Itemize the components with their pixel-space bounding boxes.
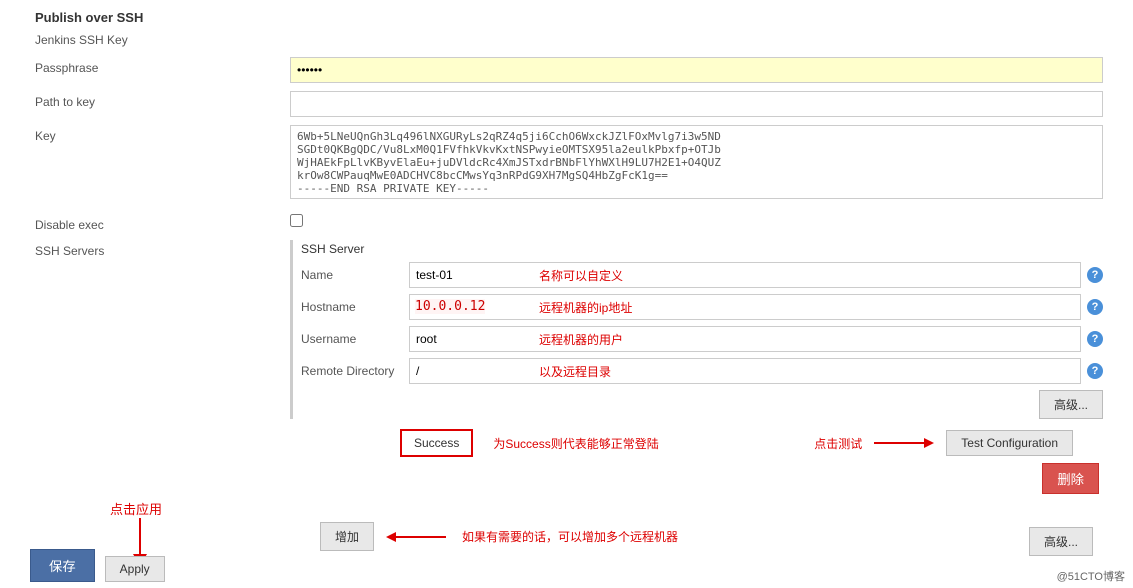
ssh-servers-label: SSH Servers [30,240,290,419]
success-note: 为Success则代表能够正常登陆 [493,435,658,452]
add-server-button[interactable]: 增加 [320,522,374,551]
help-icon[interactable]: ? [1087,363,1103,379]
delete-button[interactable]: 删除 [1042,463,1099,494]
server-name-input[interactable] [409,262,1081,288]
key-label: Key [30,125,290,143]
server-name-label: Name [301,268,409,282]
help-icon[interactable]: ? [1087,331,1103,347]
disable-exec-label: Disable exec [30,214,290,232]
save-button[interactable]: 保存 [30,549,95,582]
apply-note: 点击应用 [110,499,162,518]
test-configuration-button[interactable]: Test Configuration [946,430,1073,456]
path-to-key-label: Path to key [30,91,290,109]
advanced-button-2[interactable]: 高级... [1029,527,1093,556]
test-note: 点击测试 [814,435,862,452]
ssh-server-title: SSH Server [301,242,1103,256]
advanced-button[interactable]: 高级... [1039,390,1103,419]
watermark: @51CTO博客 [1057,568,1125,584]
server-username-input[interactable] [409,326,1081,352]
path-to-key-input[interactable] [290,91,1103,117]
server-remotedir-input[interactable] [409,358,1081,384]
help-icon[interactable]: ? [1087,267,1103,283]
apply-button[interactable]: Apply [105,556,165,582]
help-icon[interactable]: ? [1087,299,1103,315]
disable-exec-checkbox[interactable] [290,214,303,227]
server-hostname-input[interactable] [409,294,1081,320]
passphrase-input[interactable] [290,57,1103,83]
passphrase-label: Passphrase [30,57,290,75]
section-subtitle: Jenkins SSH Key [35,33,1103,47]
key-textarea[interactable] [290,125,1103,199]
server-username-label: Username [301,332,409,346]
server-hostname-label: Hostname [301,300,409,314]
server-remotedir-label: Remote Directory [301,364,409,378]
add-note: 如果有需要的话，可以增加多个远程机器 [462,528,678,545]
section-title: Publish over SSH [35,10,1103,25]
success-status: Success [400,429,473,457]
